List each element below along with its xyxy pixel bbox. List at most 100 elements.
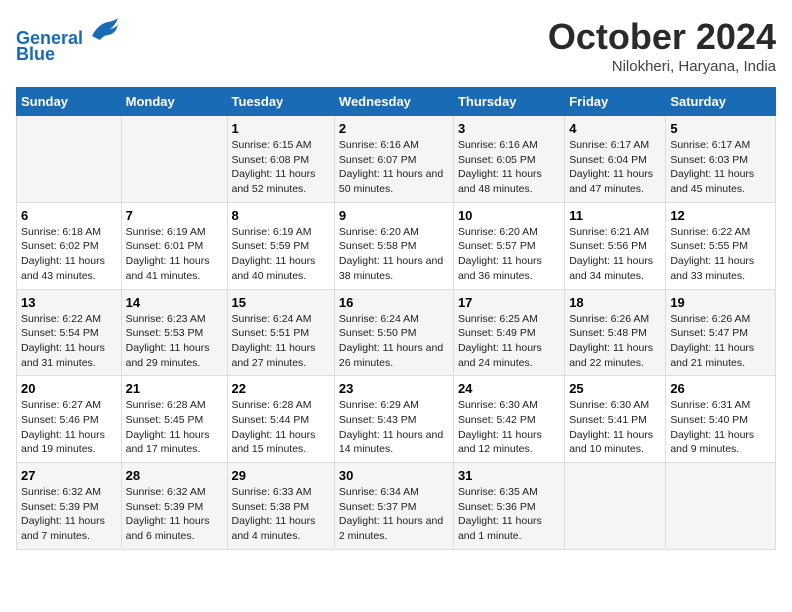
day-cell: 28 Sunrise: 6:32 AM Sunset: 5:39 PM Dayli…	[121, 463, 227, 550]
day-number: 30	[339, 468, 449, 483]
day-cell: 31Sunrise: 6:35 AM Sunset: 5:36 PM Dayli…	[453, 463, 564, 550]
day-cell: 2Sunrise: 6:16 AM Sunset: 6:07 PM Daylig…	[334, 116, 453, 203]
day-cell: 4 Sunrise: 6:17 AM Sunset: 6:04 PM Daylig…	[565, 116, 666, 203]
day-number: 8	[232, 208, 330, 223]
day-info: Sunrise: 6:27 AM Sunset: 5:46 PM Dayligh…	[21, 398, 117, 457]
day-cell: 25 Sunrise: 6:30 AM Sunset: 5:41 PM Dayli…	[565, 376, 666, 463]
col-header-monday: Monday	[121, 88, 227, 116]
day-cell: 8 Sunrise: 6:19 AM Sunset: 5:59 PM Daylig…	[227, 202, 334, 289]
col-header-friday: Friday	[565, 88, 666, 116]
day-info: Sunrise: 6:31 AM Sunset: 5:40 PM Dayligh…	[670, 398, 771, 457]
logo: General Blue	[16, 16, 120, 65]
day-number: 11	[569, 208, 661, 223]
day-cell: 16 Sunrise: 6:24 AM Sunset: 5:50 PM Dayli…	[334, 289, 453, 376]
day-number: 16	[339, 295, 449, 310]
day-cell: 12 Sunrise: 6:22 AM Sunset: 5:55 PM Dayli…	[666, 202, 776, 289]
day-info: Sunrise: 6:26 AM Sunset: 5:47 PM Dayligh…	[670, 312, 771, 371]
day-cell	[17, 116, 122, 203]
day-number: 27	[21, 468, 117, 483]
calendar-table: SundayMondayTuesdayWednesdayThursdayFrid…	[16, 87, 776, 550]
day-info: Sunrise: 6:24 AM Sunset: 5:51 PM Dayligh…	[232, 312, 330, 371]
day-info: Sunrise: 6:17 AM Sunset: 6:03 PM Dayligh…	[670, 138, 771, 197]
day-number: 26	[670, 381, 771, 396]
day-info: Sunrise: 6:15 AM Sunset: 6:08 PM Dayligh…	[232, 138, 330, 197]
day-cell: 30 Sunrise: 6:34 AM Sunset: 5:37 PM Dayli…	[334, 463, 453, 550]
day-cell: 23Sunrise: 6:29 AM Sunset: 5:43 PM Dayli…	[334, 376, 453, 463]
week-row-5: 27 Sunrise: 6:32 AM Sunset: 5:39 PM Dayli…	[17, 463, 776, 550]
day-info: Sunrise: 6:23 AM Sunset: 5:53 PM Dayligh…	[126, 312, 223, 371]
month-title: October 2024	[548, 16, 776, 58]
day-cell: 18 Sunrise: 6:26 AM Sunset: 5:48 PM Dayli…	[565, 289, 666, 376]
day-info: Sunrise: 6:24 AM Sunset: 5:50 PM Dayligh…	[339, 312, 449, 371]
day-info: Sunrise: 6:16 AM Sunset: 6:05 PM Dayligh…	[458, 138, 560, 197]
day-number: 5	[670, 121, 771, 136]
day-info: Sunrise: 6:32 AM Sunset: 5:39 PM Dayligh…	[126, 485, 223, 544]
day-cell: 7 Sunrise: 6:19 AM Sunset: 6:01 PM Daylig…	[121, 202, 227, 289]
day-cell: 10Sunrise: 6:20 AM Sunset: 5:57 PM Dayli…	[453, 202, 564, 289]
day-number: 28	[126, 468, 223, 483]
day-info: Sunrise: 6:30 AM Sunset: 5:41 PM Dayligh…	[569, 398, 661, 457]
day-cell: 1Sunrise: 6:15 AM Sunset: 6:08 PM Daylig…	[227, 116, 334, 203]
day-info: Sunrise: 6:28 AM Sunset: 5:45 PM Dayligh…	[126, 398, 223, 457]
day-number: 19	[670, 295, 771, 310]
day-number: 3	[458, 121, 560, 136]
day-number: 7	[126, 208, 223, 223]
day-number: 12	[670, 208, 771, 223]
day-info: Sunrise: 6:19 AM Sunset: 5:59 PM Dayligh…	[232, 225, 330, 284]
day-info: Sunrise: 6:25 AM Sunset: 5:49 PM Dayligh…	[458, 312, 560, 371]
day-info: Sunrise: 6:19 AM Sunset: 6:01 PM Dayligh…	[126, 225, 223, 284]
day-info: Sunrise: 6:35 AM Sunset: 5:36 PM Dayligh…	[458, 485, 560, 544]
day-number: 25	[569, 381, 661, 396]
day-info: Sunrise: 6:34 AM Sunset: 5:37 PM Dayligh…	[339, 485, 449, 544]
day-number: 21	[126, 381, 223, 396]
week-row-2: 6 Sunrise: 6:18 AM Sunset: 6:02 PM Daylig…	[17, 202, 776, 289]
day-cell: 29Sunrise: 6:33 AM Sunset: 5:38 PM Dayli…	[227, 463, 334, 550]
day-cell: 24 Sunrise: 6:30 AM Sunset: 5:42 PM Dayli…	[453, 376, 564, 463]
day-info: Sunrise: 6:22 AM Sunset: 5:55 PM Dayligh…	[670, 225, 771, 284]
day-info: Sunrise: 6:22 AM Sunset: 5:54 PM Dayligh…	[21, 312, 117, 371]
day-cell: 22Sunrise: 6:28 AM Sunset: 5:44 PM Dayli…	[227, 376, 334, 463]
day-info: Sunrise: 6:33 AM Sunset: 5:38 PM Dayligh…	[232, 485, 330, 544]
day-number: 6	[21, 208, 117, 223]
week-row-1: 1Sunrise: 6:15 AM Sunset: 6:08 PM Daylig…	[17, 116, 776, 203]
day-info: Sunrise: 6:16 AM Sunset: 6:07 PM Dayligh…	[339, 138, 449, 197]
col-header-tuesday: Tuesday	[227, 88, 334, 116]
day-cell: 11 Sunrise: 6:21 AM Sunset: 5:56 PM Dayli…	[565, 202, 666, 289]
col-header-wednesday: Wednesday	[334, 88, 453, 116]
day-info: Sunrise: 6:21 AM Sunset: 5:56 PM Dayligh…	[569, 225, 661, 284]
day-cell: 15 Sunrise: 6:24 AM Sunset: 5:51 PM Dayli…	[227, 289, 334, 376]
col-header-sunday: Sunday	[17, 88, 122, 116]
day-number: 18	[569, 295, 661, 310]
page-header: General Blue October 2024 Nilokheri, Har…	[16, 16, 776, 75]
logo-text: General Blue	[16, 16, 120, 65]
day-cell: 5 Sunrise: 6:17 AM Sunset: 6:03 PM Daylig…	[666, 116, 776, 203]
day-info: Sunrise: 6:20 AM Sunset: 5:58 PM Dayligh…	[339, 225, 449, 284]
day-cell: 3 Sunrise: 6:16 AM Sunset: 6:05 PM Daylig…	[453, 116, 564, 203]
day-info: Sunrise: 6:17 AM Sunset: 6:04 PM Dayligh…	[569, 138, 661, 197]
day-cell: 26 Sunrise: 6:31 AM Sunset: 5:40 PM Dayli…	[666, 376, 776, 463]
day-cell	[565, 463, 666, 550]
day-info: Sunrise: 6:20 AM Sunset: 5:57 PM Dayligh…	[458, 225, 560, 284]
day-number: 17	[458, 295, 560, 310]
location-text: Nilokheri, Haryana, India	[548, 58, 776, 75]
week-row-4: 20 Sunrise: 6:27 AM Sunset: 5:46 PM Dayli…	[17, 376, 776, 463]
day-info: Sunrise: 6:32 AM Sunset: 5:39 PM Dayligh…	[21, 485, 117, 544]
day-info: Sunrise: 6:18 AM Sunset: 6:02 PM Dayligh…	[21, 225, 117, 284]
day-cell	[666, 463, 776, 550]
day-cell	[121, 116, 227, 203]
day-number: 13	[21, 295, 117, 310]
day-number: 23	[339, 381, 449, 396]
day-cell: 9Sunrise: 6:20 AM Sunset: 5:58 PM Daylig…	[334, 202, 453, 289]
day-number: 22	[232, 381, 330, 396]
day-info: Sunrise: 6:30 AM Sunset: 5:42 PM Dayligh…	[458, 398, 560, 457]
day-number: 4	[569, 121, 661, 136]
logo-bird-icon	[90, 16, 120, 44]
col-header-thursday: Thursday	[453, 88, 564, 116]
col-header-saturday: Saturday	[666, 88, 776, 116]
day-number: 15	[232, 295, 330, 310]
day-info: Sunrise: 6:26 AM Sunset: 5:48 PM Dayligh…	[569, 312, 661, 371]
day-number: 20	[21, 381, 117, 396]
day-cell: 6 Sunrise: 6:18 AM Sunset: 6:02 PM Daylig…	[17, 202, 122, 289]
day-cell: 27 Sunrise: 6:32 AM Sunset: 5:39 PM Dayli…	[17, 463, 122, 550]
day-number: 24	[458, 381, 560, 396]
